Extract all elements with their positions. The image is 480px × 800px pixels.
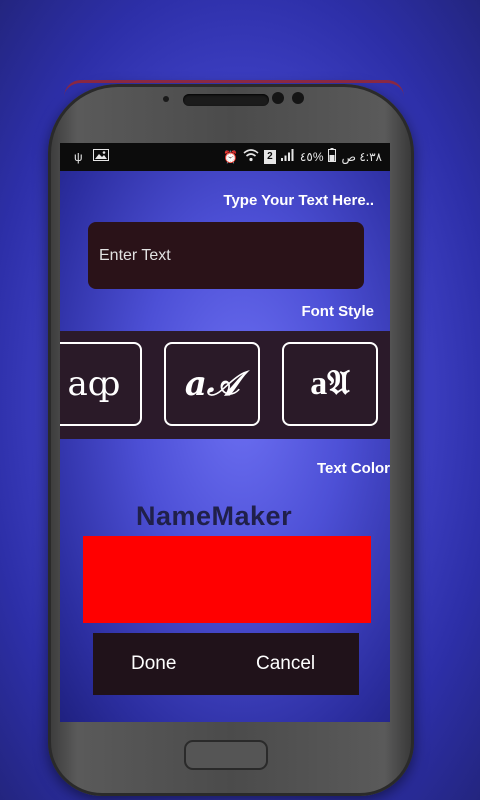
app-watermark: NameMaker — [136, 501, 293, 531]
app-screen: ψ ⏰ 2 ٤٥% ٤:٣٨ ص Type Your Text Here.. E… — [60, 143, 390, 722]
sensor-camera — [292, 92, 304, 104]
font-style-option-1[interactable]: aȹ — [60, 342, 142, 426]
text-color-heading: Text Color — [316, 460, 390, 477]
text-input-placeholder: Enter Text — [99, 247, 171, 264]
front-camera — [272, 92, 284, 104]
status-bar: ψ ⏰ 2 ٤٥% ٤:٣٨ ص — [60, 143, 390, 171]
signal-icon — [280, 149, 295, 165]
earpiece — [183, 94, 269, 106]
proximity-sensor — [163, 96, 169, 102]
font-style-heading: Font Style — [301, 303, 374, 320]
font-style-option-3[interactable]: a𝔄 — [282, 342, 378, 426]
wifi-icon — [243, 148, 259, 166]
text-section-heading: Type Your Text Here.. — [223, 192, 374, 209]
font-style-sample-2: a𝒜 — [184, 364, 240, 404]
clock: ٤:٣٨ ص — [341, 150, 382, 164]
cancel-button[interactable]: Cancel — [256, 633, 315, 695]
color-preview[interactable] — [83, 536, 371, 623]
text-input[interactable]: Enter Text — [88, 222, 364, 289]
alarm-icon: ⏰ — [222, 150, 238, 164]
home-button[interactable] — [184, 740, 268, 770]
font-style-sample-3: a𝔄 — [310, 365, 350, 402]
font-style-strip[interactable]: aȹ a𝒜 a𝔄 — [60, 331, 390, 439]
image-icon — [92, 149, 109, 165]
font-style-option-2[interactable]: a𝒜 — [164, 342, 260, 426]
sim-indicator: 2 — [263, 150, 276, 164]
usb-icon: ψ — [74, 150, 83, 164]
done-button[interactable]: Done — [131, 633, 176, 695]
battery-icon — [328, 148, 337, 166]
battery-percentage: ٤٥% — [299, 150, 324, 164]
action-bar: Done Cancel — [93, 633, 359, 695]
font-style-sample-1: aȹ — [67, 364, 121, 404]
